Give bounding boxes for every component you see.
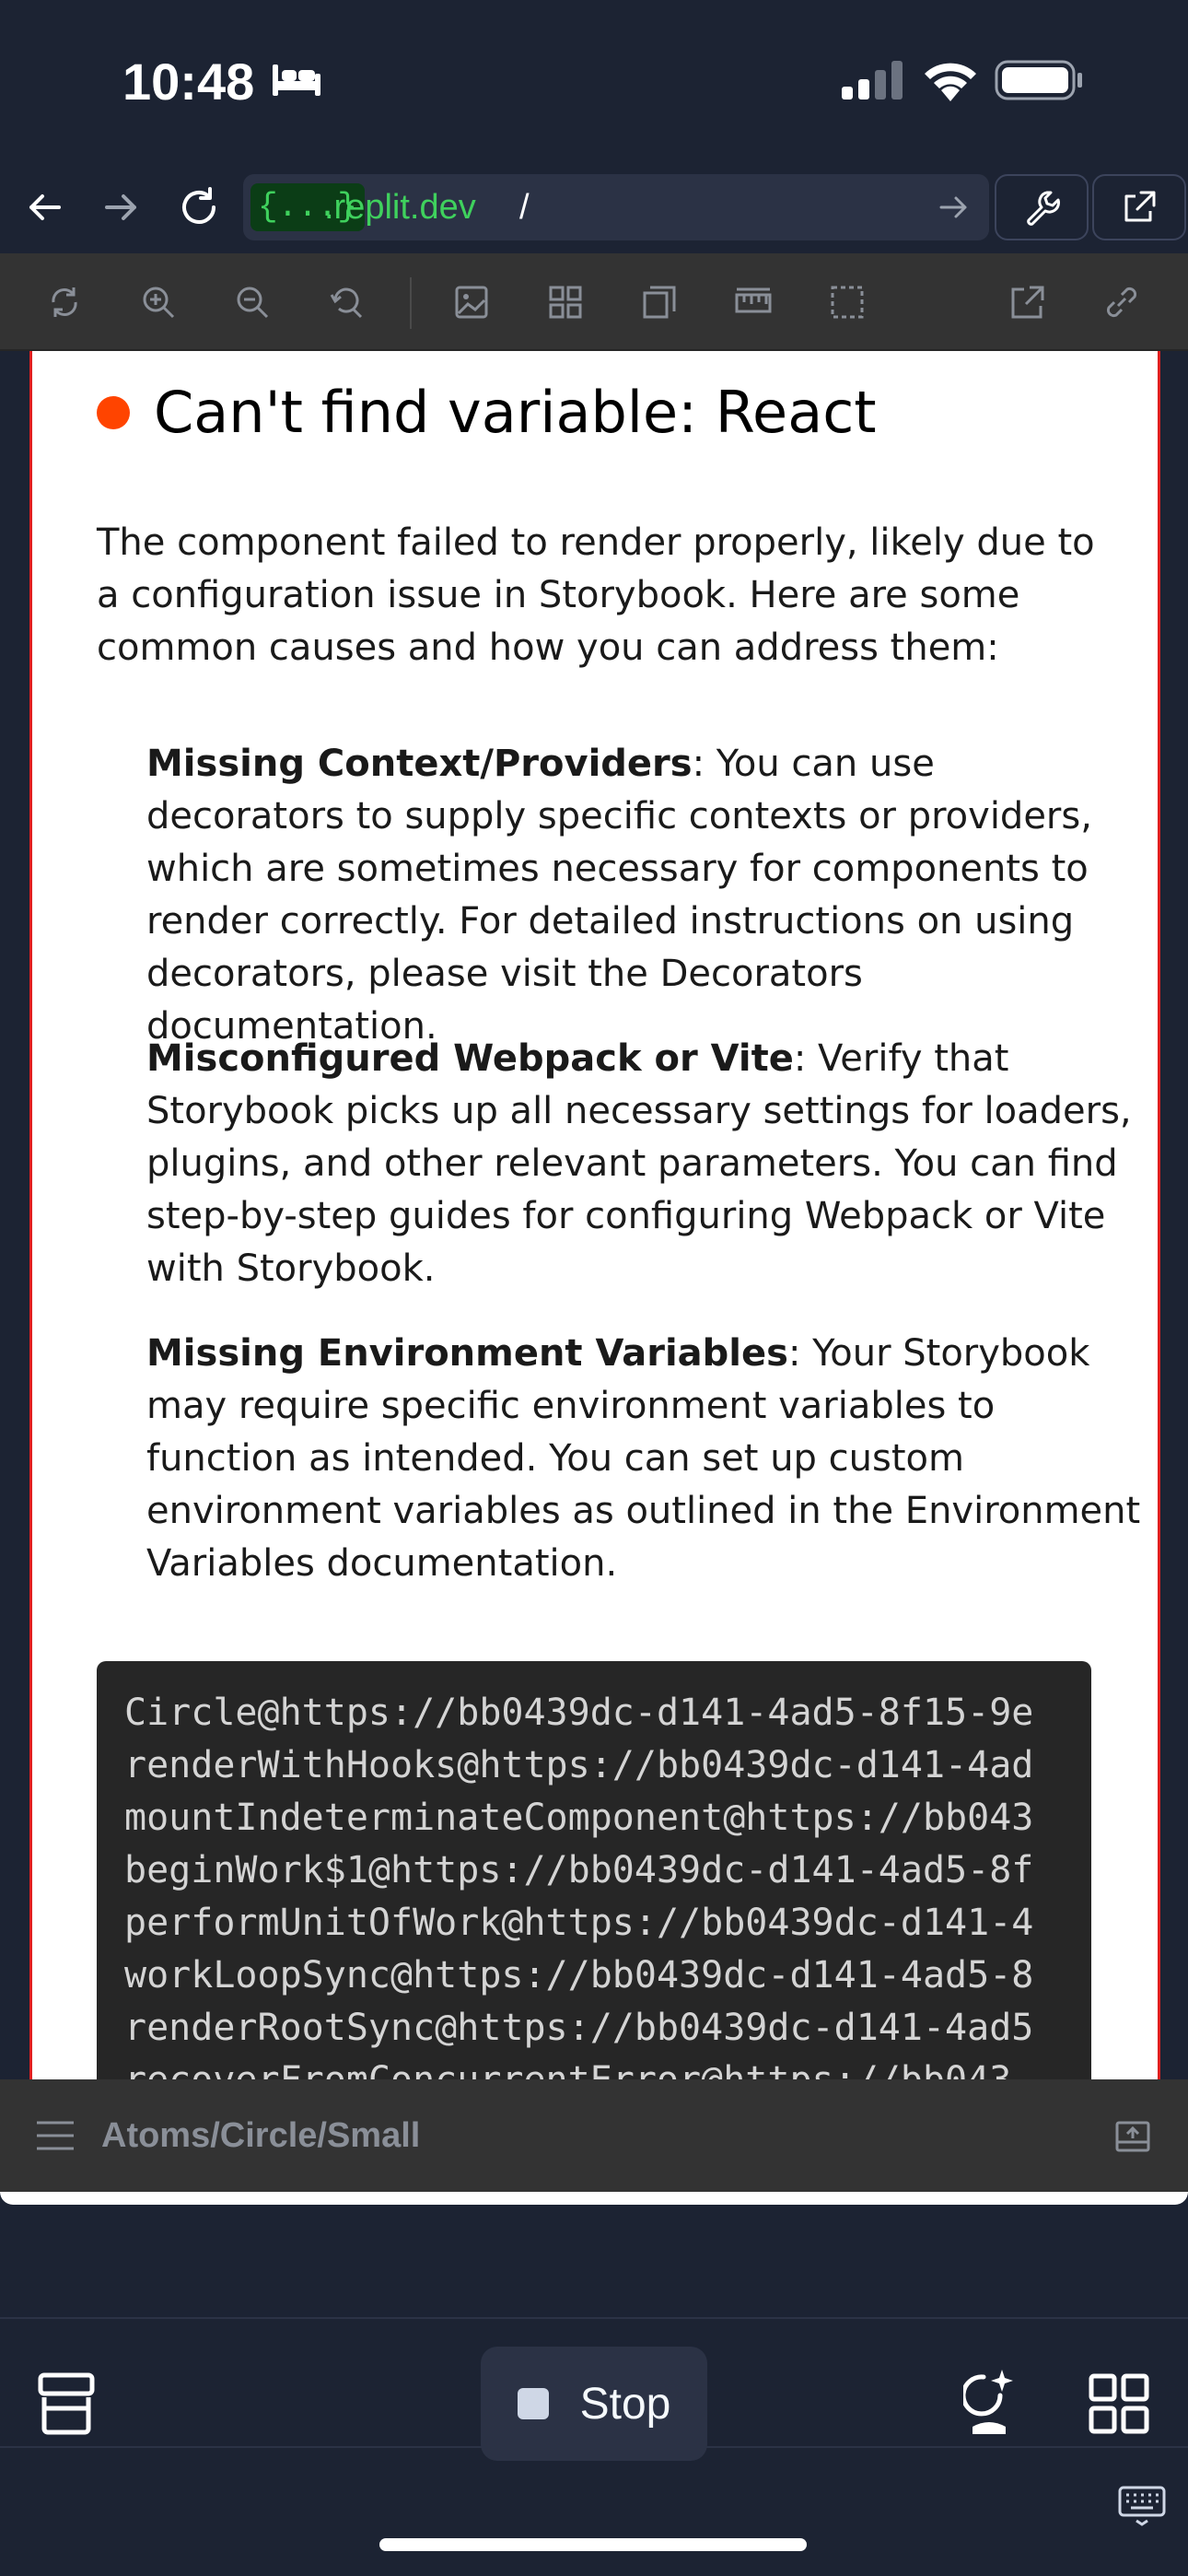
open-external-button[interactable]	[1092, 174, 1186, 240]
arrow-left-icon	[29, 194, 61, 220]
stack-trace: Circle@https://bb0439dc-d141-4ad5-8f15-9…	[97, 1661, 1091, 2079]
cause-heading: Missing Environment Variables	[146, 1332, 788, 1375]
toolbar-separator	[410, 277, 412, 329]
hamburger-menu-icon[interactable]	[35, 2119, 76, 2152]
cause-text: : You can use decorators to supply speci…	[146, 743, 1092, 1048]
url-field[interactable]: {...} .replit.dev /	[243, 174, 989, 240]
ruler-icon[interactable]	[735, 284, 772, 321]
wrench-icon	[1027, 191, 1060, 226]
sleep-mode-icon	[273, 64, 320, 96]
battery-icon	[995, 60, 1082, 100]
error-indicator-dot	[97, 395, 130, 429]
error-intro: The component failed to render properly,…	[97, 521, 1095, 669]
cause-heading: Misconfigured Webpack or Vite	[146, 1037, 794, 1080]
stack-line: renderRootSync@https://bb0439dc-d141-4ad…	[124, 2007, 1034, 2049]
reload-icon	[182, 187, 215, 224]
error-title: Can't find variable: React	[154, 379, 877, 446]
back-button[interactable]	[15, 178, 74, 237]
ai-assistant-icon[interactable]	[963, 2368, 1015, 2438]
stack-line: workLoopSync@https://bb0439dc-d141-4ad5-…	[124, 1954, 1034, 1996]
storybook-footer: Atoms/Circle/Small	[0, 2079, 1188, 2192]
cause-missing-context: Missing Context/Providers: You can use d…	[146, 738, 1141, 1053]
cellular-signal-icon	[842, 61, 903, 100]
url-path: /	[519, 188, 530, 227]
status-time: 10:48	[122, 53, 255, 111]
outline-icon[interactable]	[829, 284, 866, 321]
status-bar: 10:48	[0, 0, 1188, 161]
go-arrow-icon[interactable]	[938, 191, 971, 224]
apps-grid-icon[interactable]	[1089, 2373, 1149, 2434]
cause-heading: Missing Context/Providers	[146, 743, 693, 785]
background-icon[interactable]	[453, 284, 490, 321]
stop-button[interactable]: Stop	[481, 2347, 707, 2461]
stack-line: mountIndeterminateComponent@https://bb04…	[124, 1797, 1034, 1839]
layers-icon[interactable]	[37, 2371, 96, 2436]
devtools-button[interactable]	[995, 174, 1089, 240]
arrow-right-icon	[105, 194, 136, 220]
home-indicator[interactable]	[379, 2538, 807, 2551]
keyboard-bar-divider	[0, 2446, 1188, 2448]
wifi-icon	[925, 63, 976, 101]
forward-button[interactable]	[92, 178, 151, 237]
cause-missing-env-vars: Missing Environment Variables: Your Stor…	[146, 1328, 1141, 1590]
zoom-out-icon[interactable]	[234, 284, 271, 321]
stack-line: recoverFromConcurrentError@https://bb043	[124, 2055, 1064, 2079]
browser-bar: {...} .replit.dev /	[0, 161, 1188, 253]
stack-line: renderWithHooks@https://bb0439dc-d141-4a…	[124, 1744, 1034, 1786]
story-canvas: Can't find variable: React The component…	[29, 351, 1160, 2079]
viewport-icon[interactable]	[641, 284, 678, 321]
stack-line: performUnitOfWork@https://bb0439dc-d141-…	[124, 1902, 1034, 1944]
stop-icon	[517, 2388, 549, 2419]
zoom-in-icon[interactable]	[140, 284, 177, 321]
canvas-bottom-edge	[0, 2192, 1188, 2205]
external-link-icon	[1124, 191, 1156, 222]
reload-button[interactable]	[169, 178, 228, 237]
stack-line: Circle@https://bb0439dc-d141-4ad5-8f15-9…	[124, 1692, 1034, 1734]
addons-panel-icon[interactable]	[1114, 2118, 1151, 2155]
storybook-toolbar	[0, 253, 1188, 351]
copy-link-icon[interactable]	[1103, 284, 1140, 321]
url-host: .replit.dev	[324, 188, 476, 227]
keyboard-icon[interactable]	[1118, 2486, 1166, 2526]
error-header: Can't find variable: React	[97, 379, 877, 446]
grid-icon[interactable]	[547, 284, 584, 321]
story-path[interactable]: Atoms/Circle/Small	[101, 2079, 420, 2192]
open-new-tab-icon[interactable]	[1009, 284, 1046, 321]
bottom-bar-divider	[0, 2317, 1188, 2319]
remount-icon[interactable]	[46, 284, 83, 321]
stack-line: beginWork$1@https://bb0439dc-d141-4ad5-8…	[124, 1849, 1034, 1891]
stop-label: Stop	[579, 2379, 671, 2429]
reset-zoom-icon[interactable]	[328, 284, 365, 321]
cause-misconfigured-bundler: Misconfigured Webpack or Vite: Verify th…	[146, 1033, 1141, 1295]
